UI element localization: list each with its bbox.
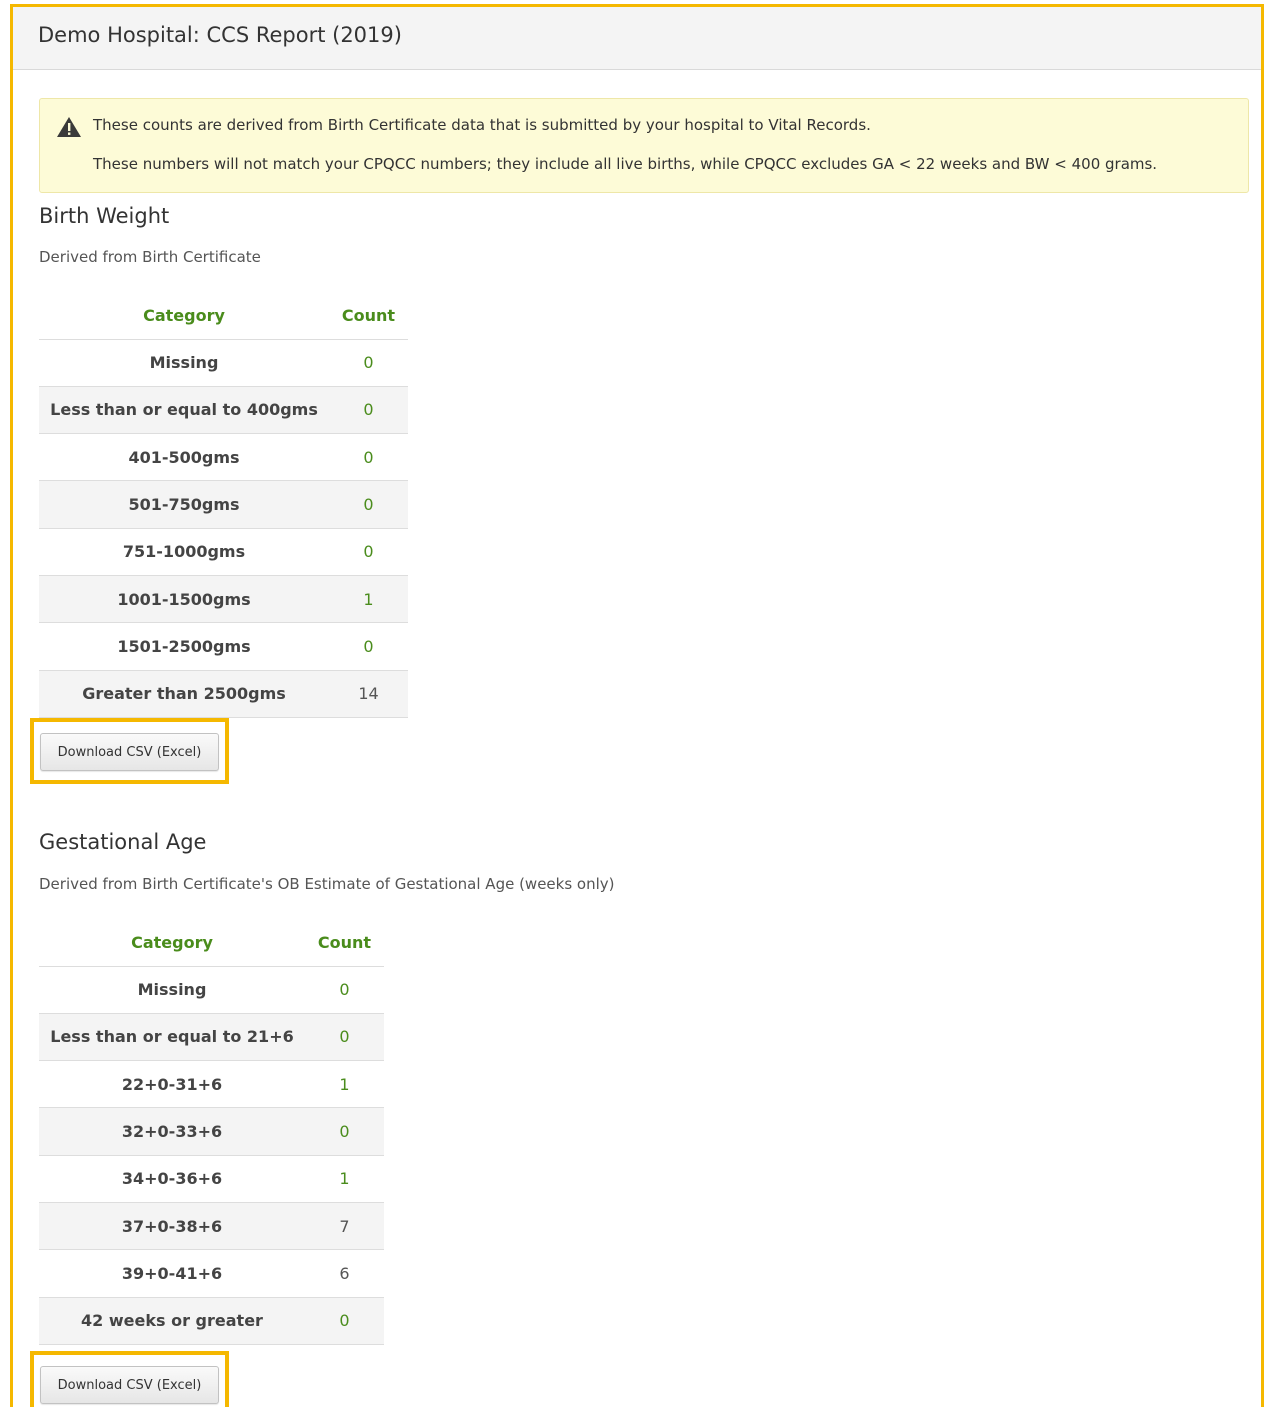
category-cell: Greater than 2500gms [39, 670, 329, 718]
column-header-category: Category [39, 919, 305, 967]
category-cell: 39+0-41+6 [39, 1249, 305, 1298]
report-panel: Demo Hospital: CCS Report (2019) These c… [10, 4, 1264, 1407]
table-row: 401-500gms 0 [39, 433, 408, 482]
gestational-age-download-highlight: Download CSV (Excel) [30, 1351, 229, 1407]
category-cell: 751-1000gms [39, 528, 329, 576]
count-cell: 0 [305, 966, 384, 1014]
count-cell: 0 [329, 386, 408, 435]
table-header-row: Category Count [39, 292, 408, 340]
count-cell: 6 [305, 1249, 384, 1298]
table-row: Missing 0 [39, 966, 384, 1014]
table-row: 39+0-41+6 6 [39, 1249, 384, 1298]
alert-line-2: These numbers will not match your CPQCC … [93, 155, 1158, 173]
category-cell: 42 weeks or greater [39, 1297, 305, 1345]
alert-line-1: These counts are derived from Birth Cert… [93, 116, 871, 134]
category-cell: Missing [39, 966, 305, 1014]
birth-weight-table: Category Count Missing 0 Less than or equ… [39, 292, 408, 718]
table-row: 34+0-36+6 1 [39, 1155, 384, 1203]
table-row: 42 weeks or greater 0 [39, 1297, 384, 1345]
category-cell: 1001-1500gms [39, 575, 329, 624]
category-cell: 32+0-33+6 [39, 1107, 305, 1156]
column-header-count: Count [305, 919, 384, 967]
category-cell: Less than or equal to 400gms [39, 386, 329, 435]
table-row: 1501-2500gms 0 [39, 622, 408, 671]
count-cell: 1 [305, 1060, 384, 1109]
table-row: Less than or equal to 21+6 0 [39, 1013, 384, 1062]
category-cell: 37+0-38+6 [39, 1202, 305, 1251]
warning-icon [57, 117, 81, 137]
count-cell: 0 [305, 1107, 384, 1156]
count-cell: 0 [329, 528, 408, 576]
birth-weight-download-csv-button[interactable]: Download CSV (Excel) [40, 733, 219, 771]
table-header-row: Category Count [39, 919, 384, 967]
birth-weight-subtitle: Derived from Birth Certificate [39, 248, 261, 266]
count-cell: 1 [305, 1155, 384, 1203]
birth-weight-title: Birth Weight [39, 204, 170, 228]
category-cell: 1501-2500gms [39, 622, 329, 671]
table-row: 501-750gms 0 [39, 480, 408, 529]
table-row: Missing 0 [39, 339, 408, 387]
count-cell: 7 [305, 1202, 384, 1251]
category-cell: 22+0-31+6 [39, 1060, 305, 1109]
count-cell: 0 [329, 339, 408, 387]
count-cell: 0 [329, 622, 408, 671]
table-row: Greater than 2500gms 14 [39, 670, 408, 718]
count-cell: 0 [305, 1297, 384, 1345]
table-row: 1001-1500gms 1 [39, 575, 408, 624]
column-header-category: Category [39, 292, 329, 340]
column-header-count: Count [329, 292, 408, 340]
category-cell: 501-750gms [39, 480, 329, 529]
count-cell: 0 [305, 1013, 384, 1062]
count-cell: 1 [329, 575, 408, 624]
category-cell: 34+0-36+6 [39, 1155, 305, 1203]
table-row: 37+0-38+6 7 [39, 1202, 384, 1251]
category-cell: Missing [39, 339, 329, 387]
table-row: Less than or equal to 400gms 0 [39, 386, 408, 435]
table-row: 32+0-33+6 0 [39, 1107, 384, 1156]
table-row: 22+0-31+6 1 [39, 1060, 384, 1109]
gestational-age-download-csv-button[interactable]: Download CSV (Excel) [40, 1366, 219, 1404]
gestational-age-title: Gestational Age [39, 830, 207, 854]
birth-weight-download-highlight: Download CSV (Excel) [30, 718, 229, 784]
gestational-age-subtitle: Derived from Birth Certificate's OB Esti… [39, 875, 615, 893]
table-row: 751-1000gms 0 [39, 528, 408, 576]
page-title: Demo Hospital: CCS Report (2019) [13, 7, 1261, 70]
category-cell: Less than or equal to 21+6 [39, 1013, 305, 1062]
gestational-age-table: Category Count Missing 0 Less than or equ… [39, 919, 384, 1345]
warning-alert: These counts are derived from Birth Cert… [39, 98, 1249, 193]
count-cell: 0 [329, 480, 408, 529]
count-cell: 14 [329, 670, 408, 718]
count-cell: 0 [329, 433, 408, 482]
category-cell: 401-500gms [39, 433, 329, 482]
